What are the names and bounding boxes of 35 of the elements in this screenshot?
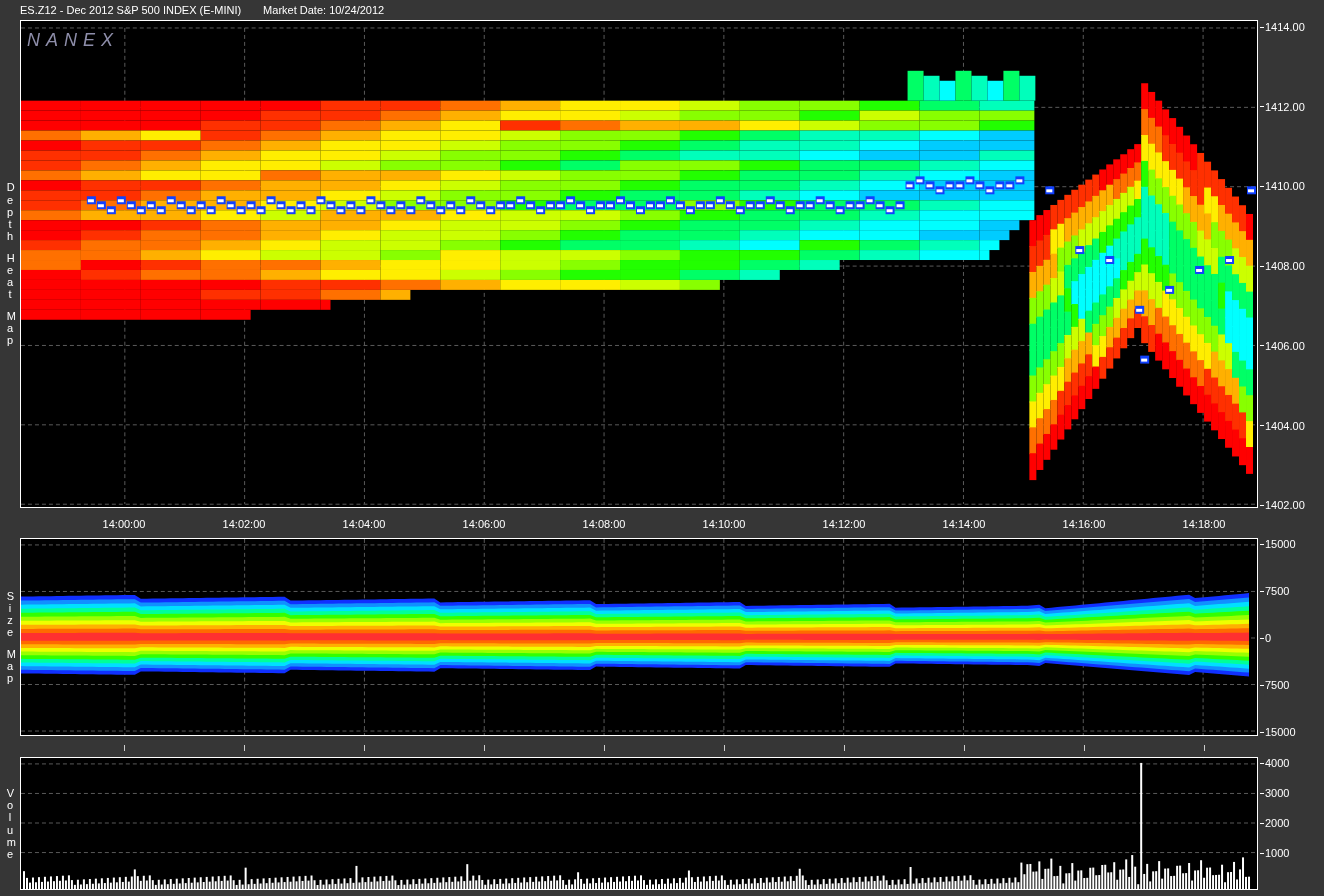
time-tick-label: 14:14:00 <box>942 517 986 532</box>
time-tick-label: 14:02:00 <box>222 517 266 532</box>
panel-label: Heat <box>6 251 14 301</box>
time-tick-label: 14:04:00 <box>342 517 386 532</box>
time-tick-label: 14:06:00 <box>462 517 506 532</box>
panel-label: Map <box>6 310 14 347</box>
time-tick-label: 14:10:00 <box>702 517 746 532</box>
price-tick-label: 1410.00 <box>1260 180 1305 193</box>
size-tick-label: 15000 <box>1260 726 1296 738</box>
size-tick-label: 0 <box>1260 632 1272 644</box>
market-date: Market Date: 10/24/2012 <box>263 2 385 18</box>
volume-tick-label: 3000 <box>1260 787 1290 799</box>
time-tick-label: 14:08:00 <box>582 517 626 532</box>
volume-tick-label: 1000 <box>1260 847 1290 859</box>
volume-tick-label: 2000 <box>1260 817 1290 829</box>
time-tick-label: 14:16:00 <box>1062 517 1106 532</box>
volume-tick-label: 4000 <box>1260 757 1290 769</box>
price-tick-label: 1406.00 <box>1260 339 1305 352</box>
size-tick-label: 7500 <box>1260 585 1290 597</box>
chart-title: ES.Z12 - Dec 2012 S&P 500 INDEX (E-MINI) <box>20 2 242 18</box>
logo: NANEX <box>27 29 119 52</box>
price-tick-label: 1412.00 <box>1260 100 1305 113</box>
panel-label: Volume <box>6 787 14 860</box>
panel-label: Map <box>6 648 14 685</box>
time-tick-label: 14:00:00 <box>102 517 146 532</box>
time-tick-label: 14:18:00 <box>1182 517 1226 532</box>
panel-label: Size <box>6 589 14 639</box>
size-tick-label: 7500 <box>1260 679 1290 691</box>
panel-label: Depth <box>6 181 14 242</box>
price-tick-label: 1402.00 <box>1260 499 1305 512</box>
price-tick-label: 1404.00 <box>1260 419 1305 432</box>
price-tick-label: 1408.00 <box>1260 260 1305 273</box>
size-tick-label: 15000 <box>1260 538 1296 550</box>
price-tick-label: 1414.00 <box>1260 21 1305 33</box>
time-tick-label: 14:12:00 <box>822 517 866 532</box>
